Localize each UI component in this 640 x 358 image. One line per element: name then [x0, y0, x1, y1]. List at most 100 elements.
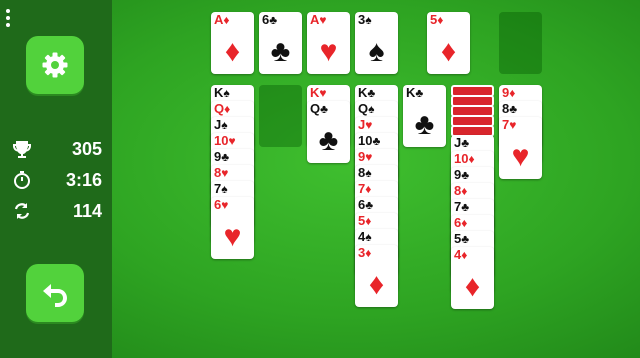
- card-rank: 10: [214, 133, 229, 148]
- tableau-card[interactable]: 4♦ ♦: [451, 247, 494, 309]
- card-corner: K♥: [310, 86, 327, 100]
- card-rank: K: [310, 85, 320, 100]
- card-suit: ♣: [320, 102, 328, 116]
- card-suit: ♣: [509, 102, 518, 116]
- card-corner: 7♠: [214, 182, 228, 196]
- card-corner: 6♣: [358, 198, 373, 212]
- time-stat: 3:16: [10, 169, 102, 191]
- stopwatch-icon: [10, 169, 34, 191]
- card-corner: 3♦: [358, 246, 371, 260]
- card-suit: ♣: [461, 136, 470, 150]
- foundation-card[interactable]: A♥ ♥: [307, 12, 350, 74]
- card-corner: 8♠: [358, 166, 372, 180]
- card-suit: ♥: [221, 198, 229, 212]
- card-corner: 7♦: [358, 182, 371, 196]
- card-corner: 6♥: [214, 198, 228, 212]
- card-corner: 10♥: [214, 134, 236, 148]
- card-suit: ♠: [365, 13, 372, 27]
- card-suit: ♦: [365, 182, 372, 196]
- card-corner: A♦: [214, 13, 230, 27]
- card-suit: ♦: [224, 102, 231, 116]
- trophy-icon: [10, 138, 34, 160]
- foundation-card[interactable]: 6♣ ♣: [259, 12, 302, 74]
- stock-pile-empty[interactable]: [499, 12, 542, 74]
- card-suit-large: ♣: [414, 108, 435, 141]
- tableau-card[interactable]: 6♥ ♥: [211, 197, 254, 259]
- card-suit: ♦: [468, 152, 475, 166]
- card-rank: Q: [214, 101, 225, 116]
- card-corner: 8♦: [454, 184, 467, 198]
- card-corner: 9♣: [214, 150, 229, 164]
- card-corner: 10♦: [454, 152, 475, 166]
- card-corner: 5♦: [430, 13, 443, 27]
- card-corner: 6♦: [454, 216, 467, 230]
- card-suit: ♥: [509, 118, 517, 132]
- tableau-card[interactable]: K♣♣: [403, 85, 446, 147]
- card-suit-large: ♥: [319, 35, 338, 68]
- card-corner: 9♣: [454, 168, 469, 182]
- card-suit: ♠: [365, 166, 372, 180]
- card-suit: ♠: [221, 182, 228, 196]
- time-value: 3:16: [65, 169, 102, 190]
- card-rank: Q: [310, 101, 321, 116]
- undo-icon: [43, 284, 67, 307]
- card-suit: ♦: [365, 246, 372, 260]
- card-rank: K: [358, 85, 368, 100]
- card-suit: ♦: [437, 13, 444, 27]
- card-suit-large: ♥: [223, 220, 242, 253]
- card-suit: ♦: [223, 13, 230, 27]
- card-suit: ♣: [415, 86, 424, 100]
- more-vert-icon[interactable]: [6, 9, 12, 29]
- foundation-card[interactable]: A♦ ♦: [211, 12, 254, 74]
- card-suit-large: ♠: [368, 35, 385, 68]
- card-suit: ♣: [367, 86, 376, 100]
- card-suit: ♦: [509, 86, 516, 100]
- card-suit: ♠: [365, 230, 372, 244]
- card-suit: ♣: [461, 168, 470, 182]
- card-corner: Q♦: [214, 102, 230, 116]
- card-suit: ♦: [461, 184, 468, 198]
- tableau-card[interactable]: 7♥ ♥: [499, 117, 542, 179]
- card-corner: 4♠: [358, 230, 372, 244]
- card-corner: Q♣: [310, 102, 328, 116]
- undo-button[interactable]: [26, 264, 84, 322]
- card-corner: K♣: [358, 86, 375, 100]
- card-corner: 10♣: [358, 134, 380, 148]
- card-corner: J♣: [454, 136, 469, 150]
- card-suit: ♣: [221, 150, 230, 164]
- card-corner: 6♣: [262, 13, 277, 27]
- foundation-card[interactable]: 3♠ ♠: [355, 12, 398, 74]
- cycle-icon: [10, 200, 34, 222]
- card-corner: 5♦: [358, 214, 371, 228]
- card-suit: ♥: [319, 86, 327, 100]
- score-value: 305: [71, 138, 102, 159]
- settings-button[interactable]: [26, 36, 84, 94]
- card-rank: K: [214, 85, 224, 100]
- tableau-empty-slot[interactable]: [259, 85, 302, 147]
- card-suit: ♦: [461, 216, 468, 230]
- card-suit: ♥: [228, 134, 236, 148]
- score-stat: 305: [10, 138, 102, 160]
- card-suit-large: ♦: [368, 268, 385, 301]
- waste-card[interactable]: 5♦ ♦: [427, 12, 470, 74]
- card-suit: ♣: [461, 232, 470, 246]
- card-corner: K♠: [214, 86, 230, 100]
- card-suit: ♠: [368, 102, 375, 116]
- tableau-card[interactable]: Q♣ ♣: [307, 101, 350, 163]
- tableau-card[interactable]: 3♦ ♦: [355, 245, 398, 307]
- card-suit: ♦: [365, 214, 372, 228]
- card-suit: ♣: [372, 134, 381, 148]
- card-corner: A♥: [310, 13, 327, 27]
- moves-value: 114: [72, 200, 102, 221]
- card-corner: 8♥: [214, 166, 228, 180]
- moves-stat: 114: [10, 200, 102, 222]
- card-corner: 7♣: [454, 200, 469, 214]
- card-rank: 10: [358, 133, 373, 148]
- card-corner: 3♠: [358, 13, 372, 27]
- card-corner: 9♦: [502, 86, 515, 100]
- card-suit: ♥: [365, 118, 373, 132]
- gear-icon: [42, 52, 68, 78]
- card-suit: ♣: [269, 13, 278, 27]
- card-suit-large: ♣: [318, 124, 339, 157]
- card-suit-large: ♣: [270, 35, 291, 68]
